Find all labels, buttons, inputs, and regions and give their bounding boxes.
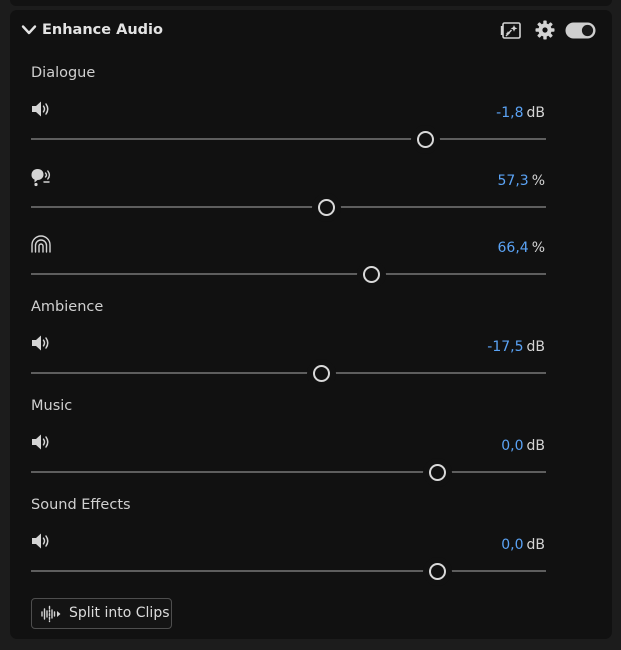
dialogue-voice-control: 57,3% (10, 167, 612, 227)
volume-icon (32, 434, 49, 450)
section-label-sound-effects: Sound Effects (31, 497, 131, 513)
music-volume-slider[interactable] (31, 462, 546, 482)
volume-icon (32, 335, 49, 351)
split-button-label: Split into Clips (69, 605, 170, 621)
slider-track (31, 570, 546, 572)
dialogue-reverb-control: 66,4% (10, 234, 612, 294)
dialogue-voice-value[interactable]: 57,3% (498, 173, 545, 189)
volume-icon (32, 533, 49, 549)
value-unit: % (531, 173, 545, 189)
slider-track (31, 273, 546, 275)
voice-speaker-icon (31, 169, 51, 187)
value-number: 66,4 (497, 240, 529, 256)
sound-effects-volume-value[interactable]: 0,0 dB (501, 537, 545, 553)
slider-track (31, 206, 546, 208)
volume-icon (32, 101, 49, 117)
top-panel-edge (10, 0, 612, 6)
dialogue-volume-slider[interactable] (31, 129, 546, 149)
slider-track (31, 138, 546, 140)
split-into-clips-button[interactable]: Split into Clips (31, 598, 172, 629)
panel-header: Enhance Audio (10, 10, 612, 52)
dialogue-volume-control: -1,8 dB (10, 99, 612, 159)
ambience-volume-control: -17,5 dB (10, 333, 612, 393)
value-unit: dB (526, 105, 546, 121)
value-unit: dB (526, 438, 546, 454)
sound-effects-volume-slider[interactable] (31, 561, 546, 581)
value-number: -17,5 (487, 339, 524, 355)
music-volume-value[interactable]: 0,0 dB (501, 438, 545, 454)
enhance-audio-panel: Enhance Audio Dialogue -1,8 dB 57,3 % 66… (10, 10, 612, 639)
value-number: -1,8 (496, 105, 524, 121)
reverb-arcs-icon (31, 235, 51, 253)
value-number: 57,3 (497, 173, 529, 189)
panel-title: Enhance Audio (42, 22, 163, 38)
chevron-down-icon[interactable] (21, 23, 37, 37)
section-label-ambience: Ambience (31, 299, 104, 315)
value-unit: dB (526, 339, 546, 355)
slider-track (31, 471, 546, 473)
slider-thumb[interactable] (416, 131, 434, 148)
ambience-volume-slider[interactable] (31, 363, 546, 383)
ambience-volume-value[interactable]: -17,5 dB (487, 339, 545, 355)
value-unit: dB (526, 537, 546, 553)
slider-thumb[interactable] (318, 199, 336, 216)
dialogue-reverb-slider[interactable] (31, 264, 546, 284)
enhance-preview-icon[interactable] (500, 21, 522, 40)
dialogue-reverb-value[interactable]: 66,4% (498, 240, 545, 256)
value-unit: % (531, 240, 545, 256)
section-label-dialogue: Dialogue (31, 65, 96, 81)
slider-thumb[interactable] (362, 266, 380, 283)
split-waveform-icon (41, 605, 61, 623)
section-label-music: Music (31, 398, 73, 414)
slider-thumb[interactable] (428, 464, 446, 481)
sound-effects-volume-control: 0,0 dB (10, 531, 612, 591)
slider-thumb[interactable] (312, 365, 330, 382)
dialogue-voice-slider[interactable] (31, 197, 546, 217)
slider-thumb[interactable] (428, 563, 446, 580)
value-number: 0,0 (501, 537, 524, 553)
slider-track (31, 372, 546, 374)
dialogue-volume-value[interactable]: -1,8 dB (496, 105, 545, 121)
value-number: 0,0 (501, 438, 524, 454)
music-volume-control: 0,0 dB (10, 432, 612, 492)
gear-icon[interactable] (535, 20, 555, 40)
toggle-switch[interactable] (565, 22, 596, 39)
